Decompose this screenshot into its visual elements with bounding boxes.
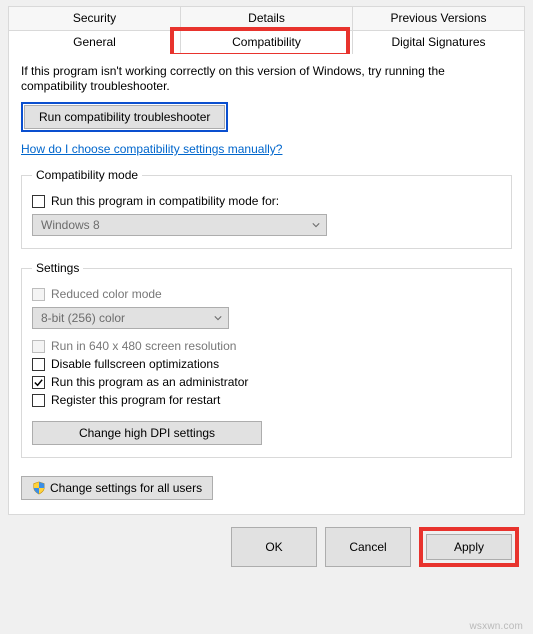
color-depth-combo: 8-bit (256) color <box>32 307 229 329</box>
run-640-checkbox <box>32 340 45 353</box>
disable-fullscreen-label: Disable fullscreen optimizations <box>51 357 219 371</box>
tab-compatibility[interactable]: Compatibility <box>180 30 353 54</box>
register-restart-checkbox[interactable] <box>32 394 45 407</box>
highlight-run-troubleshooter: Run compatibility troubleshooter <box>21 102 228 132</box>
change-all-users-button[interactable]: Change settings for all users <box>21 476 213 500</box>
help-link[interactable]: How do I choose compatibility settings m… <box>21 142 282 156</box>
change-dpi-button[interactable]: Change high DPI settings <box>32 421 262 445</box>
register-restart-label: Register this program for restart <box>51 393 220 407</box>
tab-general[interactable]: General <box>8 30 181 54</box>
tab-strip: Security Details Previous Versions Gener… <box>8 0 525 54</box>
run-troubleshooter-button[interactable]: Run compatibility troubleshooter <box>24 105 225 129</box>
compatibility-mode-legend: Compatibility mode <box>32 168 142 182</box>
compat-mode-combo-value: Windows 8 <box>41 218 100 232</box>
checkmark-icon <box>33 377 44 388</box>
change-all-users-label: Change settings for all users <box>50 481 202 495</box>
color-depth-value: 8-bit (256) color <box>41 311 125 325</box>
tab-previous-versions[interactable]: Previous Versions <box>352 6 525 30</box>
tab-row-front: General Compatibility Digital Signatures <box>8 30 525 54</box>
ok-button[interactable]: OK <box>231 527 317 567</box>
chevron-down-icon <box>214 314 222 322</box>
apply-button[interactable]: Apply <box>426 534 512 560</box>
tab-digital-signatures[interactable]: Digital Signatures <box>352 30 525 54</box>
tab-row-back: Security Details Previous Versions <box>8 6 525 30</box>
compat-mode-label: Run this program in compatibility mode f… <box>51 194 279 208</box>
disable-fullscreen-checkbox[interactable] <box>32 358 45 371</box>
intro-text: If this program isn't working correctly … <box>21 64 512 94</box>
shield-icon <box>32 481 46 495</box>
highlight-apply: Apply <box>419 527 519 567</box>
compat-mode-checkbox[interactable] <box>32 195 45 208</box>
cancel-button[interactable]: Cancel <box>325 527 411 567</box>
settings-group: Settings Reduced color mode 8-bit (256) … <box>21 261 512 458</box>
chevron-down-icon <box>312 221 320 229</box>
run-admin-checkbox[interactable] <box>32 376 45 389</box>
compat-mode-combo[interactable]: Windows 8 <box>32 214 327 236</box>
tab-details[interactable]: Details <box>180 6 353 30</box>
tab-security[interactable]: Security <box>8 6 181 30</box>
reduced-color-label: Reduced color mode <box>51 287 162 301</box>
tab-content: If this program isn't working correctly … <box>9 54 524 514</box>
settings-legend: Settings <box>32 261 83 275</box>
run-admin-label: Run this program as an administrator <box>51 375 248 389</box>
watermark: wsxwn.com <box>470 621 523 632</box>
dialog-footer: OK Cancel Apply <box>0 515 533 579</box>
run-640-label: Run in 640 x 480 screen resolution <box>51 339 236 353</box>
reduced-color-checkbox <box>32 288 45 301</box>
property-sheet: If this program isn't working correctly … <box>8 54 525 515</box>
compatibility-mode-group: Compatibility mode Run this program in c… <box>21 168 512 249</box>
